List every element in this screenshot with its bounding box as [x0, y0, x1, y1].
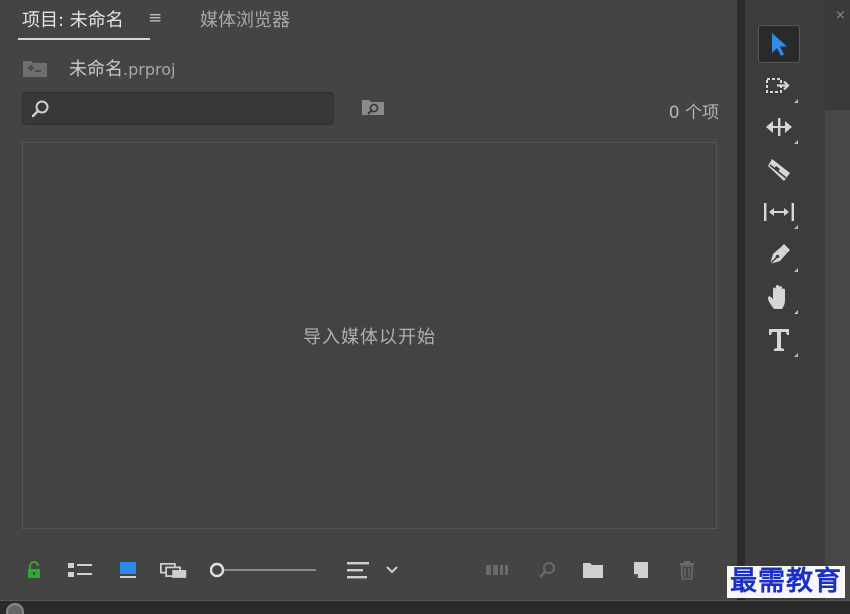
panel-tabs: 项目: 未命名 ≡ 媒体浏览器	[0, 0, 737, 42]
ripple-edit-tool[interactable]	[758, 108, 800, 146]
import-media-hint: 导入媒体以开始	[303, 327, 436, 348]
find-folder-icon	[362, 100, 384, 115]
hand-tool[interactable]	[758, 278, 800, 316]
search-icon	[31, 99, 51, 123]
right-panel-scrollbar[interactable]	[825, 110, 850, 600]
zoom-slider-handle	[209, 562, 225, 578]
tab-project[interactable]: 项目: 未命名	[18, 6, 150, 40]
new-bin-icon[interactable]	[579, 558, 607, 582]
tool-flyout-indicator	[794, 225, 798, 229]
project-file-name: 未命名.prproj	[69, 55, 175, 81]
type-icon	[769, 329, 789, 351]
automate-to-sequence-icon	[484, 558, 512, 582]
tool-flyout-indicator	[794, 353, 798, 357]
tab-media-browser[interactable]: 媒体浏览器	[200, 6, 290, 32]
lock-icon[interactable]	[20, 558, 48, 582]
find-in-bin-button[interactable]	[360, 96, 386, 118]
project-extension: .prproj	[123, 60, 176, 79]
track-select-icon	[766, 78, 790, 93]
item-count: 0 个项	[668, 103, 719, 123]
chevron-down-icon[interactable]	[378, 558, 406, 582]
close-icon[interactable]: ×	[835, 8, 846, 23]
freeform-view-icon[interactable]	[160, 558, 188, 582]
track-select-forward-tool[interactable]	[758, 67, 800, 105]
find-icon	[533, 558, 561, 582]
icon-view-icon[interactable]	[114, 558, 142, 582]
media-drop-area[interactable]: 导入媒体以开始	[22, 142, 717, 529]
selection-arrow-icon	[772, 33, 787, 56]
razor-icon	[768, 159, 790, 181]
tools-panel	[745, 0, 825, 600]
pen-icon	[769, 244, 790, 265]
search-input[interactable]	[57, 97, 327, 120]
tool-flyout-indicator	[794, 310, 798, 314]
tool-flyout-indicator	[794, 140, 798, 144]
pen-tool[interactable]	[758, 236, 800, 274]
bottom-toolbar	[0, 550, 737, 590]
sort-icon[interactable]	[344, 558, 372, 582]
project-folder-icon	[22, 58, 48, 82]
watermark: 最需教育	[727, 566, 845, 598]
project-name: 未命名	[69, 59, 123, 80]
panel-menu-icon[interactable]: ≡	[148, 8, 162, 28]
status-bar	[0, 600, 850, 614]
slip-tool[interactable]	[758, 193, 800, 231]
tab-media-browser-label: 媒体浏览器	[200, 10, 290, 31]
search-box[interactable]	[22, 92, 334, 125]
hand-icon	[768, 285, 785, 309]
tool-flyout-indicator	[794, 268, 798, 272]
ripple-edit-icon	[766, 118, 792, 136]
new-item-icon[interactable]	[627, 558, 655, 582]
right-panel-strip: ×	[825, 0, 850, 600]
type-tool[interactable]	[758, 321, 800, 359]
project-panel: 项目: 未命名 ≡ 媒体浏览器 未命名.prproj 0 个项 导入媒体以开始	[0, 0, 737, 600]
tab-project-label: 项目: 未命名	[22, 10, 124, 31]
trash-icon	[673, 558, 701, 582]
list-view-icon[interactable]	[66, 558, 94, 582]
razor-tool[interactable]	[758, 151, 800, 189]
status-indicator-icon[interactable]	[6, 603, 24, 614]
project-file-row: 未命名.prproj	[22, 54, 422, 80]
selection-tool[interactable]	[758, 25, 800, 63]
panel-divider[interactable]	[737, 0, 745, 600]
zoom-slider[interactable]	[209, 562, 318, 578]
slip-icon	[764, 203, 794, 221]
tool-flyout-indicator	[794, 99, 798, 103]
